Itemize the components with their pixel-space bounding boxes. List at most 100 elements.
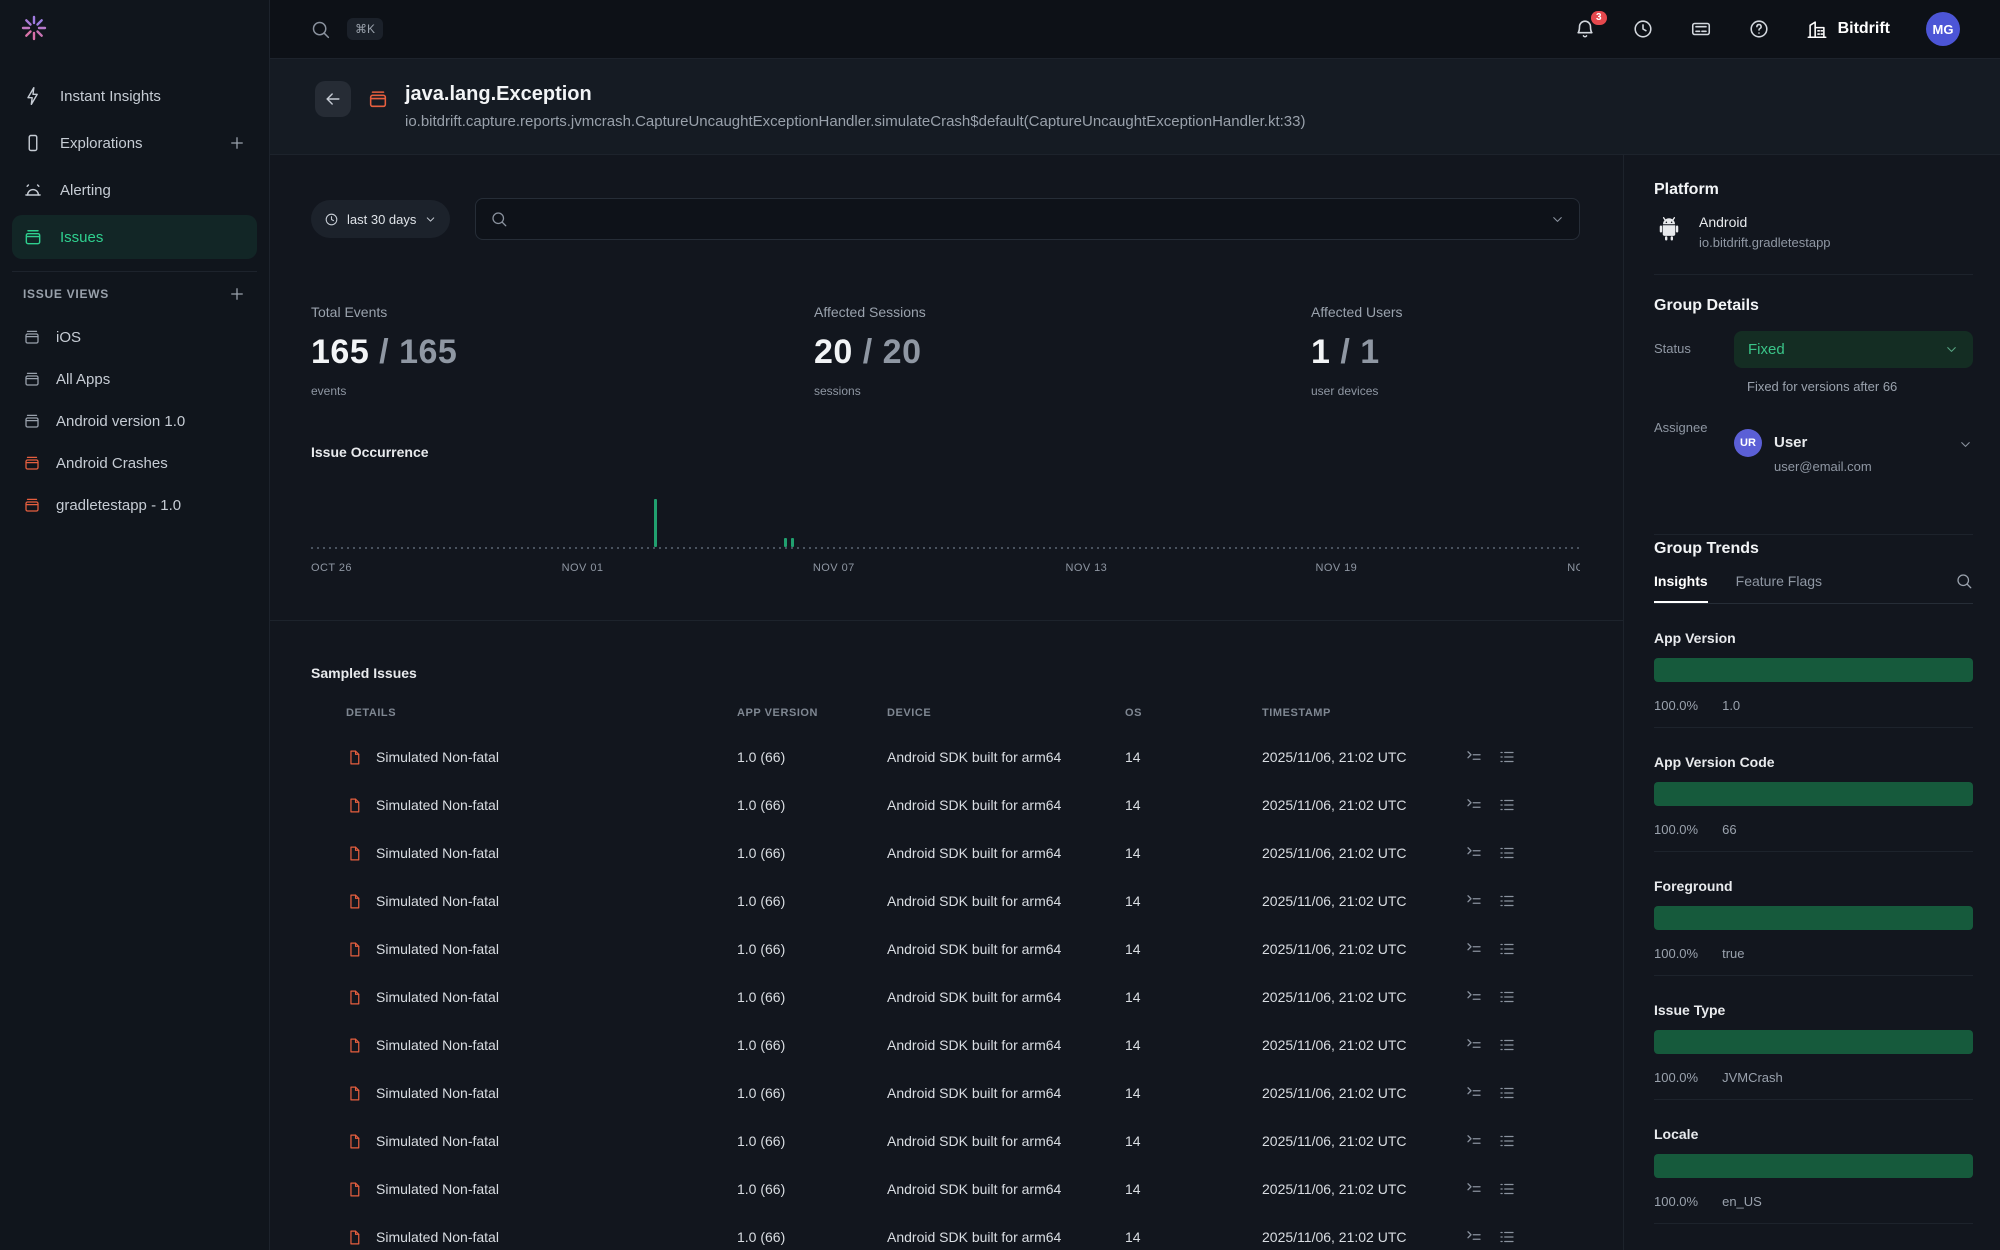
insight-value: 1.0 (1722, 698, 1740, 713)
tab-insights[interactable]: Insights (1654, 573, 1708, 589)
issue-view-item[interactable]: Android Crashes (0, 442, 269, 484)
org-switcher[interactable]: Bitdrift (1806, 18, 1890, 40)
table-row[interactable]: Simulated Non-fatal 1.0 (66) Android SDK… (311, 1165, 1580, 1213)
table-row[interactable]: Simulated Non-fatal 1.0 (66) Android SDK… (311, 973, 1580, 1021)
view-logs-icon[interactable] (1465, 1084, 1483, 1102)
table-row[interactable]: Simulated Non-fatal 1.0 (66) Android SDK… (311, 1021, 1580, 1069)
issue-view-item[interactable]: Android version 1.0 (0, 400, 269, 442)
issue-view-item[interactable]: All Apps (0, 358, 269, 400)
issue-views-list: iOSAll AppsAndroid version 1.0Android Cr… (0, 316, 269, 526)
bitdrift-logo-icon[interactable] (20, 14, 48, 42)
platform-bundle-id: io.bitdrift.gradletestapp (1699, 235, 1831, 250)
list-details-icon[interactable] (1498, 988, 1516, 1006)
insight-bar[interactable] (1654, 906, 1973, 930)
table-row[interactable]: Simulated Non-fatal 1.0 (66) Android SDK… (311, 925, 1580, 973)
table-row[interactable]: Simulated Non-fatal 1.0 (66) Android SDK… (311, 781, 1580, 829)
view-logs-icon[interactable] (1465, 940, 1483, 958)
list-details-icon[interactable] (1498, 844, 1516, 862)
sidebar-item-alerting[interactable]: Alerting (0, 168, 269, 212)
issue-filter-searchbox[interactable] (475, 198, 1580, 240)
table-row[interactable]: Simulated Non-fatal 1.0 (66) Android SDK… (311, 877, 1580, 925)
view-logs-icon[interactable] (1465, 796, 1483, 814)
list-details-icon[interactable] (1498, 796, 1516, 814)
list-details-icon[interactable] (1498, 892, 1516, 910)
sidebar-item-issues[interactable]: Issues (12, 215, 257, 259)
row-device-cell: Android SDK built for arm64 (887, 1037, 1125, 1053)
add-exploration-plus-icon[interactable] (228, 134, 246, 152)
tray-icon (23, 454, 41, 472)
row-device-cell: Android SDK built for arm64 (887, 893, 1125, 909)
row-device-cell: Android SDK built for arm64 (887, 749, 1125, 765)
table-row[interactable]: Simulated Non-fatal 1.0 (66) Android SDK… (311, 829, 1580, 877)
table-row[interactable]: Simulated Non-fatal 1.0 (66) Android SDK… (311, 1213, 1580, 1250)
list-details-icon[interactable] (1498, 1036, 1516, 1054)
sidebar-item-label: Explorations (60, 135, 211, 152)
x-axis-tick-label: NOV 19 (1315, 562, 1357, 574)
row-os-cell: 14 (1125, 893, 1262, 909)
view-logs-icon[interactable] (1465, 1132, 1483, 1150)
col-details: DETAILS (346, 707, 737, 719)
page-body: last 30 days Total Events 165 / 165 even… (270, 155, 2000, 1250)
device-icon (23, 133, 43, 153)
list-details-icon[interactable] (1498, 1180, 1516, 1198)
x-axis-tick-label: OCT 26 (311, 562, 352, 574)
table-row[interactable]: Simulated Non-fatal 1.0 (66) Android SDK… (311, 1069, 1580, 1117)
user-avatar[interactable]: MG (1926, 12, 1960, 46)
table-row[interactable]: Simulated Non-fatal 1.0 (66) Android SDK… (311, 733, 1580, 781)
time-range-dropdown[interactable]: last 30 days (311, 200, 450, 238)
view-logs-icon[interactable] (1465, 988, 1483, 1006)
topbar-actions: 3 Bitdrift MG (1574, 12, 1960, 46)
issue-view-item[interactable]: gradletestapp - 1.0 (0, 484, 269, 526)
insight-label: Foreground (1654, 878, 1973, 894)
view-logs-icon[interactable] (1465, 1180, 1483, 1198)
issue-title: java.lang.Exception (405, 83, 1305, 106)
list-details-icon[interactable] (1498, 940, 1516, 958)
x-axis-tick-label: NO (1567, 562, 1580, 574)
row-app-version-cell: 1.0 (66) (737, 1229, 887, 1245)
view-logs-icon[interactable] (1465, 844, 1483, 862)
issue-filter-input[interactable] (518, 210, 1540, 228)
assignee-dropdown[interactable]: UR User user@email.com (1734, 429, 1973, 474)
insight-bar[interactable] (1654, 1154, 1973, 1178)
row-app-version-cell: 1.0 (66) (737, 749, 887, 765)
list-details-icon[interactable] (1498, 748, 1516, 766)
insight-bar[interactable] (1654, 658, 1973, 682)
stat-unit: user devices (1311, 384, 1580, 398)
sidebar-item-instant-insights[interactable]: Instant Insights (0, 74, 269, 118)
add-issue-view-plus-icon[interactable] (228, 285, 246, 303)
row-app-version-cell: 1.0 (66) (737, 1085, 887, 1101)
history-button[interactable] (1632, 18, 1654, 40)
list-details-icon[interactable] (1498, 1228, 1516, 1246)
search-icon[interactable] (1955, 572, 1973, 590)
insight-bar[interactable] (1654, 782, 1973, 806)
table-row[interactable]: Simulated Non-fatal 1.0 (66) Android SDK… (311, 1117, 1580, 1165)
view-logs-icon[interactable] (1465, 892, 1483, 910)
view-logs-icon[interactable] (1465, 1036, 1483, 1054)
row-timestamp-cell: 2025/11/06, 21:02 UTC (1262, 1037, 1465, 1053)
global-search[interactable]: ⌘K (310, 18, 383, 40)
chevron-down-icon[interactable] (1550, 212, 1565, 227)
tab-feature-flags[interactable]: Feature Flags (1736, 573, 1822, 589)
view-logs-icon[interactable] (1465, 1228, 1483, 1246)
crash-report-icon (346, 1037, 363, 1054)
back-button[interactable] (315, 81, 351, 117)
insight-bar[interactable] (1654, 1030, 1973, 1054)
crash-report-icon (346, 989, 363, 1006)
insight-label: App Version (1654, 630, 1973, 646)
row-os-cell: 14 (1125, 797, 1262, 813)
issue-view-item[interactable]: iOS (0, 316, 269, 358)
crash-report-icon (346, 1133, 363, 1150)
insight-block: Issue Type 100.0% JVMCrash (1654, 976, 1973, 1100)
status-dropdown[interactable]: Fixed (1734, 331, 1973, 368)
notifications-button[interactable]: 3 (1574, 18, 1596, 40)
view-logs-icon[interactable] (1465, 748, 1483, 766)
search-icon (490, 210, 508, 228)
list-details-icon[interactable] (1498, 1084, 1516, 1102)
keyboard-shortcuts-button[interactable] (1690, 18, 1712, 40)
sidebar-item-explorations[interactable]: Explorations (0, 121, 269, 165)
help-button[interactable] (1748, 18, 1770, 40)
row-device-cell: Android SDK built for arm64 (887, 845, 1125, 861)
list-details-icon[interactable] (1498, 1132, 1516, 1150)
status-note: Fixed for versions after 66 (1747, 379, 1973, 394)
assignee-label: Assignee (1654, 410, 1734, 474)
